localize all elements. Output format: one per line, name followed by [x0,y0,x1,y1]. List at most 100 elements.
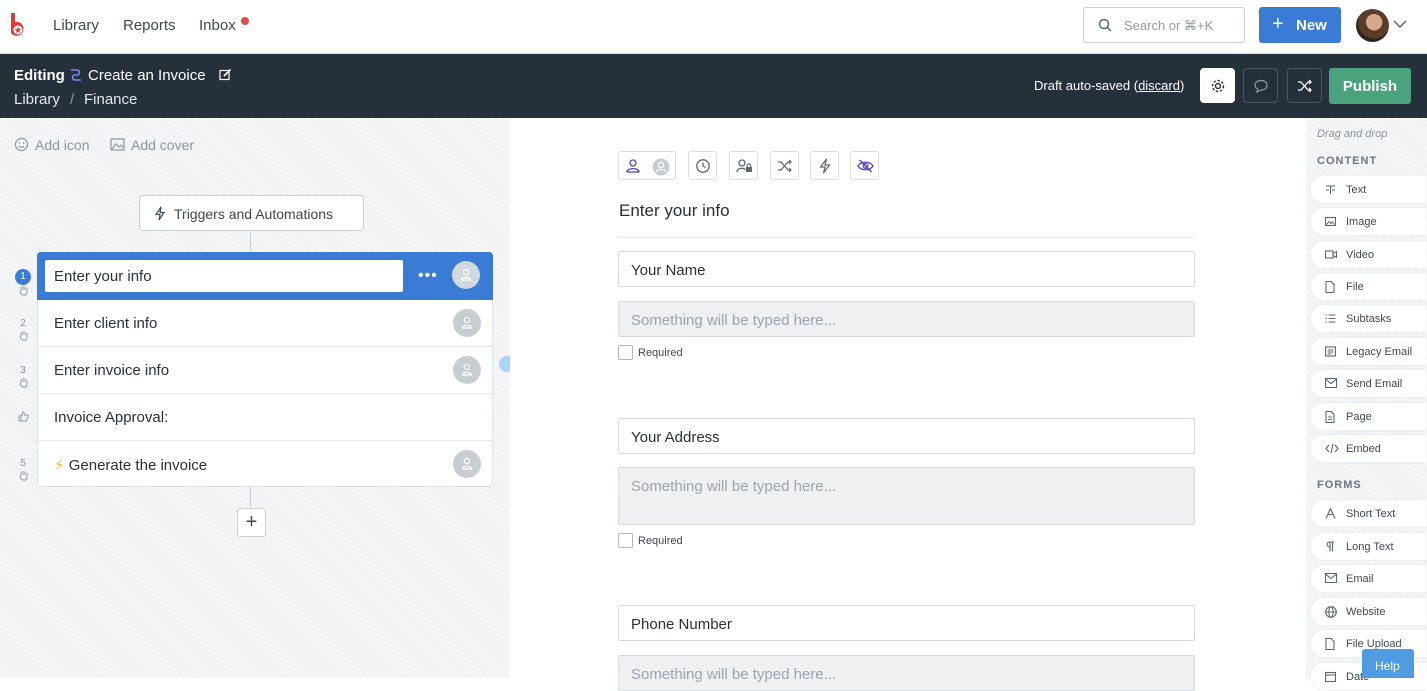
assignee-avatar[interactable] [453,309,481,337]
palette-item-image[interactable]: Image [1310,207,1426,236]
video-icon [1325,250,1337,259]
add-icon-link[interactable]: Add icon [14,137,90,153]
hand-icon [19,378,27,388]
step-item-enter-client-info[interactable]: Enter client info [38,300,492,347]
hide-step-button[interactable] [850,151,879,180]
list-icon [1325,314,1336,323]
help-label: Help [1375,659,1400,673]
step-label: Enter invoice info [54,362,170,379]
step-label-text: Generate the invoice [68,457,208,474]
palette-item-page[interactable]: Page [1310,402,1426,431]
file-icon [1325,281,1335,293]
steps-list: Enter your info ••• Enter client info En… [37,252,493,487]
step-item-invoice-approval[interactable]: Invoice Approval: [38,394,492,441]
form-editor: Enter your info Your Name Something will… [510,118,1306,691]
assignee-toolbar-button[interactable] [618,151,676,180]
field-input-your-name[interactable]: Something will be typed here... [618,301,1195,337]
palette-item-short-text[interactable]: Short Text [1310,499,1426,528]
shuffle-button[interactable] [1287,68,1322,103]
thumbs-up-icon [18,411,29,422]
smiley-icon [14,137,29,152]
discard-link[interactable]: discard [1138,78,1180,93]
automations-button[interactable] [810,151,839,180]
palette-item-label: Subtasks [1346,313,1392,325]
checkbox[interactable] [618,533,633,548]
comments-button[interactable] [1243,68,1278,103]
add-cover-link[interactable]: Add cover [110,137,194,153]
conditional-logic-button[interactable] [770,151,799,180]
field-label-your-address[interactable]: Your Address [618,418,1195,454]
step-item-enter-your-info[interactable]: Enter your info ••• [37,252,493,300]
step-title-text: Enter your info [54,268,152,285]
chevron-down-icon[interactable] [1393,20,1407,29]
palette-item-label: Legacy Email [1346,346,1413,358]
hand-icon [19,331,27,341]
top-nav: Library Reports Inbox Search or ⌘+K + Ne… [0,0,1427,54]
new-button[interactable]: + New [1259,7,1341,43]
clock-icon [696,159,710,173]
step-item-generate-invoice[interactable]: ⚡ Generate the invoice [38,441,492,488]
nav-reports-link[interactable]: Reports [123,17,176,34]
palette-item-embed[interactable]: Embed [1310,434,1426,463]
palette-item-video[interactable]: Video [1310,240,1426,269]
assignee-avatar[interactable] [453,450,481,478]
publish-button[interactable]: Publish [1329,68,1411,104]
add-step-button[interactable]: + [237,508,266,537]
field-input-your-address[interactable]: Something will be typed here... [618,467,1195,525]
form-step-title[interactable]: Enter your info [619,201,730,221]
field-input-phone-number[interactable]: Something will be typed here... [618,655,1195,691]
nav-library-link[interactable]: Library [53,17,99,34]
step-number: 1 [15,269,31,285]
step-number: 3 [20,365,26,376]
assignee-avatar[interactable] [453,356,481,384]
palette-item-long-text[interactable]: Long Text [1310,532,1426,561]
triggers-label: Triggers and Automations [174,206,334,222]
permissions-button[interactable] [729,151,758,180]
app-logo-icon[interactable] [8,13,28,39]
add-icon-label: Add icon [35,137,90,153]
step-1-gutter: 1 [15,269,31,299]
shuffle-icon [1298,79,1312,93]
edit-title-icon[interactable] [219,68,232,81]
more-options-icon[interactable]: ••• [418,267,438,285]
palette-item-label: Long Text [1346,541,1394,553]
palette-item-send-email[interactable]: Send Email [1310,369,1426,398]
nav-inbox-link[interactable]: Inbox [199,17,236,34]
assignee-avatar[interactable] [452,261,480,289]
field-placeholder: Something will be typed here... [631,666,837,683]
field-label-phone-number[interactable]: Phone Number [618,605,1195,641]
breadcrumb-library[interactable]: Library [14,91,60,108]
search-box[interactable]: Search or ⌘+K [1083,7,1245,43]
checkbox[interactable] [618,345,633,360]
palette-item-label: Embed [1346,443,1381,455]
palette-item-email[interactable]: Email [1310,564,1426,593]
forms-section-title: FORMS [1317,479,1362,491]
steps-pane: Add icon Add cover Triggers and Automati… [0,118,515,678]
required-label: Required [638,535,683,547]
settings-button[interactable] [1200,68,1235,103]
triggers-automations-button[interactable]: Triggers and Automations [139,195,364,231]
breadcrumb-finance[interactable]: Finance [84,91,137,108]
step-5-gutter: 5 [15,458,31,484]
palette-item-subtasks[interactable]: Subtasks [1310,304,1426,333]
palette-item-website[interactable]: Website [1310,597,1426,626]
text-icon [1326,185,1335,194]
step-title-input[interactable]: Enter your info [45,260,403,292]
inbox-notification-dot [241,17,249,25]
gear-icon [1211,79,1225,93]
workflow-title[interactable]: Create an Invoice [88,67,206,84]
palette-item-label: Video [1346,249,1374,261]
envelope-icon [1325,378,1337,388]
drag-drop-hint: Drag and drop [1317,128,1388,140]
due-date-button[interactable] [688,151,717,180]
paragraph-icon [1326,541,1334,552]
palette-item-file[interactable]: File [1310,272,1426,301]
help-button[interactable]: Help [1362,649,1414,678]
palette-item-text[interactable]: Text [1310,175,1426,204]
palette-item-label: Image [1346,216,1377,228]
image-icon [1325,216,1336,227]
field-label-your-name[interactable]: Your Name [618,251,1195,287]
palette-item-legacy-email[interactable]: Legacy Email [1310,337,1426,366]
step-item-enter-invoice-info[interactable]: Enter invoice info [38,347,492,394]
user-avatar[interactable] [1356,9,1389,42]
